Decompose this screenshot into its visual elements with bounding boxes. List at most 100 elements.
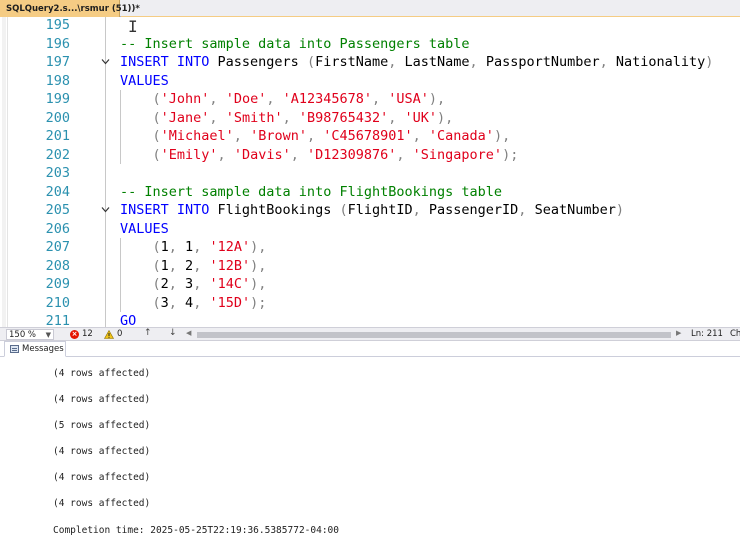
code-token: 3 bbox=[185, 276, 194, 292]
completion-time-message: Completion time: 2025-05-25T22:19:36.538… bbox=[53, 525, 339, 536]
document-tab-strip: SQLQuery2.s...\rsmur (51))* bbox=[0, 0, 740, 17]
code-line[interactable]: 199 ('John', 'Doe', 'A12345678', 'USA'), bbox=[0, 90, 740, 109]
warning-count: 0 bbox=[117, 329, 123, 339]
code-text: (1, 1, '12A'), bbox=[120, 238, 267, 257]
code-token: ( bbox=[120, 294, 161, 311]
rows-affected-message: (4 rows affected) bbox=[53, 498, 151, 509]
code-text: (1, 2, '12B'), bbox=[120, 257, 267, 276]
code-token: , bbox=[412, 128, 429, 144]
line-number: 211 bbox=[45, 313, 70, 327]
code-token: FlightBookings bbox=[209, 202, 340, 218]
code-token: ( bbox=[120, 276, 161, 292]
chevron-down-icon: ▼ bbox=[45, 331, 51, 339]
messages-pane[interactable]: (4 rows affected) (4 rows affected) (5 row… bbox=[0, 357, 740, 546]
error-indicator[interactable]: × 12 bbox=[70, 329, 93, 339]
code-token: 'Smith' bbox=[225, 109, 283, 126]
tab-messages[interactable]: Messages bbox=[4, 341, 66, 357]
code-token: '14C' bbox=[209, 276, 251, 292]
code-token: ( bbox=[120, 91, 161, 107]
code-token: 1 bbox=[185, 239, 194, 255]
code-text: ('Jane', 'Smith', 'B98765432', 'UK'), bbox=[120, 109, 454, 128]
code-line[interactable]: 209 (2, 3, '14C'), bbox=[0, 275, 740, 294]
code-token: ( bbox=[120, 239, 161, 255]
code-token: , bbox=[306, 128, 324, 144]
line-number: 202 bbox=[45, 146, 70, 163]
code-token: , bbox=[388, 109, 405, 126]
code-token: , bbox=[193, 239, 210, 255]
code-line[interactable]: 205 INSERT INTO FlightBookings (FlightID,… bbox=[0, 201, 740, 220]
code-token: LastName bbox=[404, 54, 470, 70]
code-line[interactable]: 200 ('Jane', 'Smith', 'B98765432', 'UK')… bbox=[0, 109, 740, 128]
code-line[interactable]: 201 ('Michael', 'Brown', 'C45678901', 'C… bbox=[0, 127, 740, 146]
code-line[interactable]: 196 -- Insert sample data into Passengers… bbox=[0, 35, 740, 54]
line-number: 203 bbox=[45, 165, 70, 181]
code-token: ), bbox=[250, 276, 267, 292]
messages-icon bbox=[10, 345, 19, 353]
code-token: -- Insert sample data into FlightBooking… bbox=[120, 183, 503, 200]
code-text: ('John', 'Doe', 'A12345678', 'USA'), bbox=[120, 90, 446, 109]
code-token: , bbox=[233, 128, 251, 144]
document-tab-sqlquery2[interactable]: SQLQuery2.s...\rsmur (51))* bbox=[0, 0, 140, 17]
line-number: 198 bbox=[45, 72, 70, 89]
code-line[interactable]: 198 VALUES bbox=[0, 72, 740, 91]
code-line[interactable]: 208 (1, 2, '12B'), bbox=[0, 257, 740, 276]
code-token: SeatNumber bbox=[534, 202, 616, 218]
arrow-down-icon[interactable]: ↓ bbox=[169, 328, 177, 338]
code-line[interactable]: 202 ('Emily', 'Davis', 'D12309876', 'Sin… bbox=[0, 146, 740, 165]
scroll-right-icon[interactable]: ▶ bbox=[676, 329, 681, 337]
rows-affected-message: (4 rows affected) bbox=[53, 472, 151, 483]
code-token: , bbox=[266, 91, 283, 107]
code-token: , bbox=[469, 54, 486, 70]
code-token: , bbox=[209, 91, 226, 107]
rows-affected-message: (4 rows affected) bbox=[53, 394, 151, 405]
code-token: 'USA' bbox=[388, 91, 429, 107]
code-token: ( bbox=[120, 128, 161, 144]
warning-indicator[interactable]: 0 bbox=[104, 329, 122, 339]
code-token: ( bbox=[120, 109, 161, 126]
code-token: INSERT INTO bbox=[120, 54, 210, 70]
code-token: 'Canada' bbox=[428, 128, 494, 144]
line-number: 210 bbox=[45, 294, 70, 311]
error-count: 12 bbox=[82, 329, 93, 339]
rows-affected-message: (4 rows affected) bbox=[53, 446, 151, 457]
code-token: 'John' bbox=[160, 91, 210, 107]
code-line[interactable]: 204 -- Insert sample data into FlightBook… bbox=[0, 183, 740, 202]
code-line[interactable]: 197 INSERT INTO Passengers (FirstName, La… bbox=[0, 53, 740, 72]
code-line[interactable]: 210 (3, 4, '15D'); bbox=[0, 294, 740, 313]
code-token: 3 bbox=[160, 294, 169, 311]
code-token: , bbox=[372, 91, 389, 107]
code-token: , bbox=[209, 109, 226, 126]
code-token: ( bbox=[339, 202, 348, 218]
code-line[interactable]: 206 VALUES bbox=[0, 220, 740, 239]
code-token: 'Emily' bbox=[160, 146, 218, 163]
code-token: PassengerID bbox=[428, 202, 519, 218]
code-token: GO bbox=[120, 313, 137, 327]
warning-icon bbox=[104, 329, 114, 339]
zoom-dropdown[interactable]: 150 % ▼ bbox=[6, 329, 54, 340]
code-token: 'D12309876' bbox=[306, 146, 397, 163]
line-number: 197 bbox=[45, 54, 70, 70]
rows-affected-message: (4 rows affected) bbox=[53, 368, 151, 379]
code-token: 'Michael' bbox=[160, 128, 234, 144]
code-token: 'C45678901' bbox=[323, 128, 413, 144]
code-token: '12B' bbox=[209, 257, 251, 274]
code-line[interactable]: 211 GO bbox=[0, 312, 740, 327]
code-token: , bbox=[599, 54, 616, 70]
code-token: , bbox=[168, 257, 186, 274]
code-token: , bbox=[388, 54, 405, 70]
fold-chevron-icon[interactable] bbox=[101, 57, 110, 66]
fold-chevron-icon[interactable] bbox=[101, 205, 110, 214]
code-token: ( bbox=[120, 146, 161, 163]
arrow-up-icon[interactable]: ↑ bbox=[144, 328, 152, 338]
code-line[interactable]: 203 bbox=[0, 164, 740, 183]
code-token: ) bbox=[705, 54, 714, 70]
error-icon: × bbox=[70, 329, 79, 339]
code-token: , bbox=[193, 276, 210, 292]
code-line[interactable]: 195 bbox=[0, 17, 740, 35]
code-line[interactable]: 207 (1, 1, '12A'), bbox=[0, 238, 740, 257]
sql-code-editor[interactable]: I 195 196 -- Insert sample data into Passe… bbox=[0, 17, 740, 327]
scroll-left-icon[interactable]: ◀ bbox=[186, 329, 191, 337]
code-token: 'Brown' bbox=[250, 128, 307, 144]
code-text: INSERT INTO FlightBookings (FlightID, Pa… bbox=[120, 201, 624, 220]
horizontal-scrollbar[interactable] bbox=[197, 332, 671, 338]
